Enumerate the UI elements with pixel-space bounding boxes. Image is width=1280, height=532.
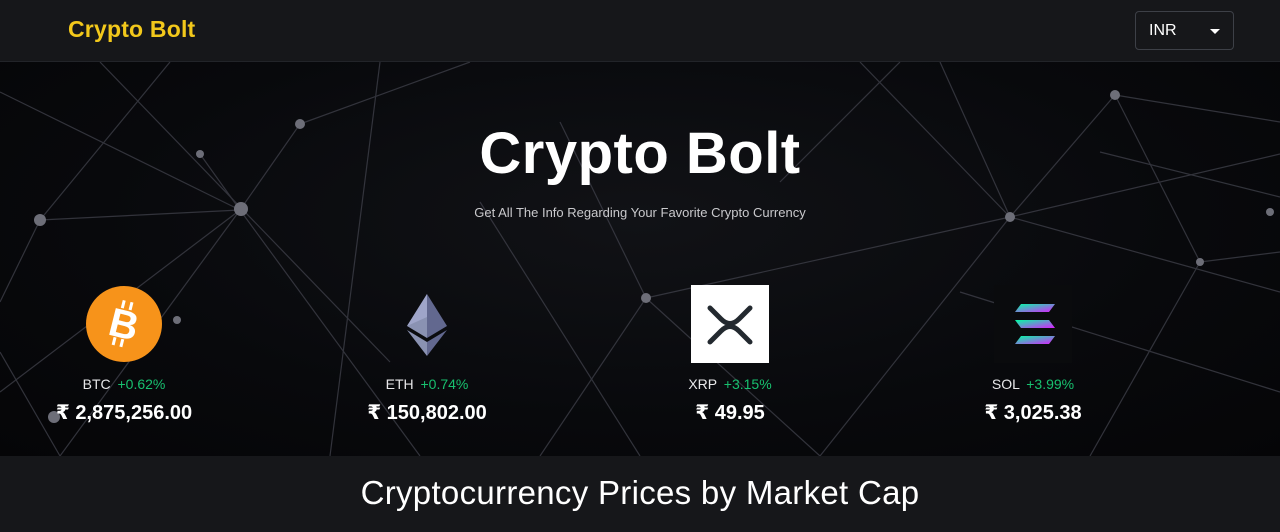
coin-meta: BTC +0.62% (4, 376, 244, 394)
currency-selected-value: INR (1149, 22, 1177, 39)
coin-card-sol[interactable]: SOL +3.99% ₹ 3,025.38 (913, 284, 1153, 425)
section-title: Cryptocurrency Prices by Market Cap (360, 474, 920, 511)
coin-price: ₹ 150,802.00 (367, 402, 487, 424)
market-cap-section: Cryptocurrency Prices by Market Cap (0, 456, 1280, 532)
caret-down-icon (1210, 29, 1220, 34)
ethereum-icon (387, 284, 467, 364)
coin-change: +3.15% (723, 376, 772, 392)
coin-meta: ETH +0.74% (307, 376, 547, 394)
coin-card-btc[interactable]: B BTC +0.62% ₹ 2,875,256.00 (4, 284, 244, 425)
coin-price: ₹ 49.95 (695, 402, 765, 424)
coin-price: ₹ 2,875,256.00 (55, 402, 193, 424)
coin-symbol: ETH (385, 376, 414, 392)
coin-change: +0.74% (420, 376, 469, 392)
coin-card-eth[interactable]: ETH +0.74% ₹ 150,802.00 (307, 284, 547, 425)
hero-banner: Crypto Bolt Get All The Info Regarding Y… (0, 62, 1280, 456)
brand-logo[interactable]: Crypto Bolt (68, 16, 195, 43)
xrp-icon (690, 284, 770, 364)
coin-price: ₹ 3,025.38 (984, 402, 1082, 424)
bitcoin-icon: B (84, 284, 164, 364)
coin-symbol: XRP (688, 376, 717, 392)
coin-change: +3.99% (1026, 376, 1075, 392)
hero-title: Crypto Bolt (479, 121, 801, 186)
coin-symbol: BTC (82, 376, 111, 392)
currency-select[interactable]: INR (1135, 11, 1234, 50)
coin-card-xrp[interactable]: XRP +3.15% ₹ 49.95 (610, 284, 850, 425)
solana-icon (993, 284, 1073, 364)
coin-change: +0.62% (117, 376, 166, 392)
coin-meta: SOL +3.99% (913, 376, 1153, 394)
hero-subtitle: Get All The Info Regarding Your Favorite… (474, 205, 806, 220)
coin-symbol: SOL (991, 376, 1020, 392)
top-navbar: Crypto Bolt INR (0, 0, 1280, 62)
coin-meta: XRP +3.15% (610, 376, 850, 394)
